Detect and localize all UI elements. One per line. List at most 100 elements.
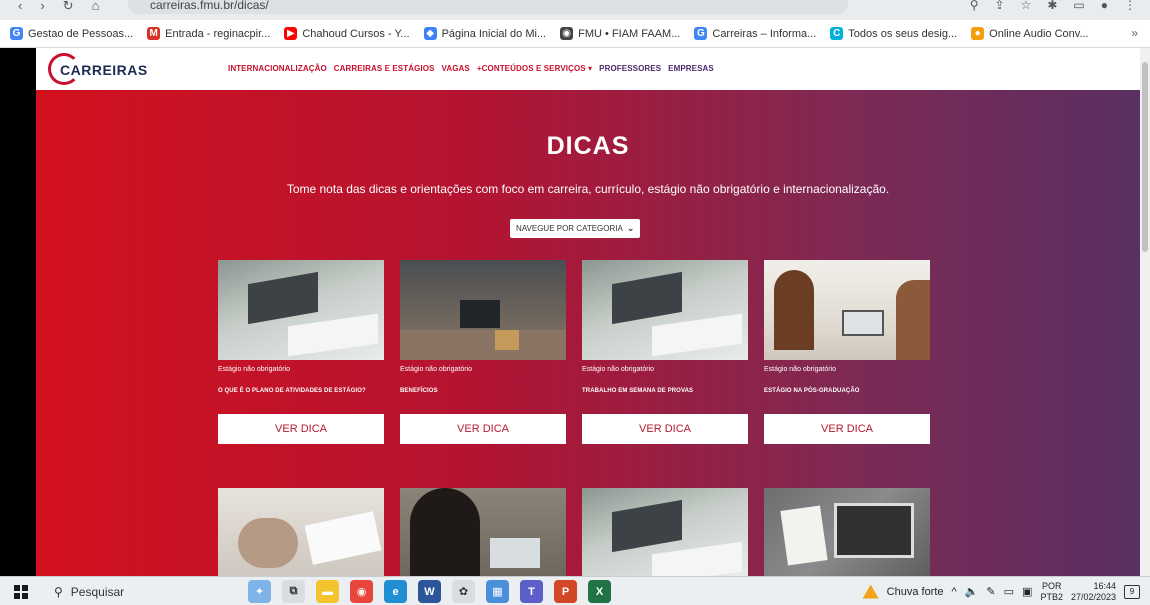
zoom-icon[interactable]: ⚲: [970, 0, 979, 12]
scrollbar-thumb[interactable]: [1142, 62, 1148, 252]
nav-conteudos-servicos[interactable]: +CONTEÚDOS E SERVIÇOS ▾: [477, 64, 592, 73]
clock-time: 16:44: [1093, 580, 1116, 591]
category-select[interactable]: NAVEGUE POR CATEGORIA ⌄: [510, 219, 640, 238]
tip-card: [582, 488, 748, 576]
clock[interactable]: 16:44 27/02/2023: [1071, 581, 1116, 603]
ver-dica-button[interactable]: VER DICA: [582, 414, 748, 444]
widgets-icon[interactable]: ✦: [248, 580, 271, 603]
star-icon[interactable]: ☆: [1021, 0, 1032, 12]
page-scrollbar[interactable]: [1140, 48, 1150, 576]
forward-icon[interactable]: ›: [40, 0, 44, 14]
card-title[interactable]: O QUE É O PLANO DE ATIVIDADES DE ESTÁGIO…: [218, 388, 384, 394]
search-icon: ⚲: [54, 584, 63, 599]
card-image[interactable]: [582, 488, 748, 576]
bookmark-item[interactable]: ● Online Audio Conv...: [971, 27, 1089, 40]
tip-card: [218, 488, 384, 576]
card-image[interactable]: [764, 488, 930, 576]
bookmark-item[interactable]: ◉ FMU • FIAM FAAM...: [560, 27, 680, 40]
category-select-label: NAVEGUE POR CATEGORIA: [516, 224, 623, 233]
weather-label[interactable]: Chuva forte: [887, 586, 944, 598]
bookmark-item[interactable]: ▶ Chahoud Cursos - Y...: [284, 27, 410, 40]
card-image[interactable]: [218, 260, 384, 360]
tip-card: Estágio não obrigatório O QUE É O PLANO …: [218, 260, 384, 444]
card-category: Estágio não obrigatório: [764, 366, 836, 373]
nav-carreiras-estagios[interactable]: CARREIRAS E ESTÁGIOS: [334, 64, 435, 73]
extensions-icon[interactable]: ✱: [1047, 0, 1057, 12]
bookmark-item[interactable]: G Gestao de Pessoas...: [10, 27, 133, 40]
keyboard-layout: PTB2: [1040, 591, 1063, 602]
teams-icon[interactable]: T: [520, 580, 543, 603]
chrome-icon[interactable]: ◉: [350, 580, 373, 603]
nav-empresas[interactable]: EMPRESAS: [668, 64, 714, 73]
youtube-icon: ▶: [284, 27, 298, 40]
nav-vagas[interactable]: VAGAS: [441, 64, 469, 73]
network-icon[interactable]: ▭: [1004, 585, 1014, 598]
card-image[interactable]: [400, 260, 566, 360]
card-image[interactable]: [582, 260, 748, 360]
language-indicator[interactable]: POR PTB2: [1040, 581, 1063, 603]
reload-icon[interactable]: ↻: [63, 0, 74, 14]
windows-start-icon[interactable]: [14, 585, 28, 599]
bookmark-item[interactable]: M Entrada - reginacpir...: [147, 27, 270, 40]
tip-card: Estágio não obrigatório TRABALHO EM SEMA…: [582, 260, 748, 444]
audio-converter-icon: ●: [971, 27, 985, 40]
tip-card: Estágio não obrigatório ESTÁGIO NA PÓS-G…: [764, 260, 930, 444]
notifications-count: 9: [1129, 587, 1135, 596]
bookmark-item[interactable]: C Todos os seus desig...: [830, 27, 957, 40]
sidebar-icon[interactable]: ▭: [1073, 0, 1084, 12]
ver-dica-button[interactable]: VER DICA: [764, 414, 930, 444]
taskbar-search[interactable]: ⚲ Pesquisar: [40, 579, 240, 604]
profile-icon[interactable]: ●: [1101, 0, 1108, 12]
pen-icon[interactable]: ✎: [986, 585, 995, 598]
bookmark-label: Carreiras – Informa...: [712, 27, 817, 40]
menu-icon[interactable]: ⋮: [1124, 0, 1136, 12]
card-image[interactable]: [400, 488, 566, 576]
weather-warning-icon[interactable]: [862, 584, 879, 599]
card-title[interactable]: TRABALHO EM SEMANA DE PROVAS: [582, 388, 748, 394]
share-icon[interactable]: ⇪: [995, 0, 1005, 12]
bookmark-label: Página Inicial do Mi...: [441, 27, 547, 40]
bookmarks-overflow-icon[interactable]: »: [1131, 26, 1138, 40]
card-category: Estágio não obrigatório: [218, 366, 290, 373]
carreiras-logo[interactable]: CARREIRAS: [46, 53, 147, 85]
file-explorer-icon[interactable]: ▬: [316, 580, 339, 603]
nav-professores[interactable]: PROFESSORES: [599, 64, 661, 73]
word-icon[interactable]: W: [418, 580, 441, 603]
chevron-up-icon[interactable]: ^: [952, 586, 957, 598]
ver-dica-button[interactable]: VER DICA: [218, 414, 384, 444]
logo-text: CARREIRAS: [60, 62, 148, 78]
bookmark-label: Online Audio Conv...: [989, 27, 1089, 40]
address-bar[interactable]: carreiras.fmu.br/dicas/: [128, 0, 848, 14]
task-view-icon[interactable]: ⧉: [282, 580, 305, 603]
dicas-section: DICAS Tome nota das dicas e orientações …: [36, 90, 1140, 576]
page-title: DICAS: [546, 132, 630, 160]
taskbar-search-label: Pesquisar: [70, 584, 125, 599]
google-icon: G: [694, 27, 708, 40]
ver-dica-button[interactable]: VER DICA: [400, 414, 566, 444]
nav-internacionalizacao[interactable]: INTERNACIONALIZAÇÃO: [228, 64, 327, 73]
edge-icon[interactable]: e: [384, 580, 407, 603]
bookmark-label: FMU • FIAM FAAM...: [578, 27, 681, 40]
clock-date: 27/02/2023: [1070, 591, 1116, 602]
bookmark-item[interactable]: G Carreiras – Informa...: [694, 27, 816, 40]
settings-icon[interactable]: ✿: [452, 580, 475, 603]
powerpoint-icon[interactable]: P: [554, 580, 577, 603]
bookmark-item[interactable]: ◆ Página Inicial do Mi...: [423, 27, 547, 40]
back-icon[interactable]: ‹: [18, 0, 22, 14]
card-title[interactable]: ESTÁGIO NA PÓS-GRADUAÇÃO: [764, 388, 930, 394]
calculator-icon[interactable]: ▦: [486, 580, 509, 603]
notifications-icon[interactable]: 9: [1124, 584, 1140, 599]
home-icon[interactable]: ⌂: [92, 0, 100, 14]
card-title[interactable]: BENEFÍCIOS: [400, 388, 566, 394]
display-icon[interactable]: ▣: [1022, 585, 1032, 598]
volume-icon[interactable]: 🔈: [965, 585, 979, 598]
taskbar-apps: ✦ ⧉ ▬ ◉ e W ✿ ▦ T P X: [248, 580, 611, 603]
excel-icon[interactable]: X: [588, 580, 611, 603]
bookmarks-bar: G Gestao de Pessoas... M Entrada - reginacp…: [0, 20, 1150, 48]
card-image[interactable]: [764, 260, 930, 360]
browser-actions: ⚲ ⇪ ☆ ✱ ▭ ● ⋮: [970, 0, 1136, 12]
card-image[interactable]: [218, 488, 384, 576]
tip-card: [400, 488, 566, 576]
bookmark-label: Chahoud Cursos - Y...: [302, 27, 410, 40]
card-category: Estágio não obrigatório: [582, 366, 654, 373]
